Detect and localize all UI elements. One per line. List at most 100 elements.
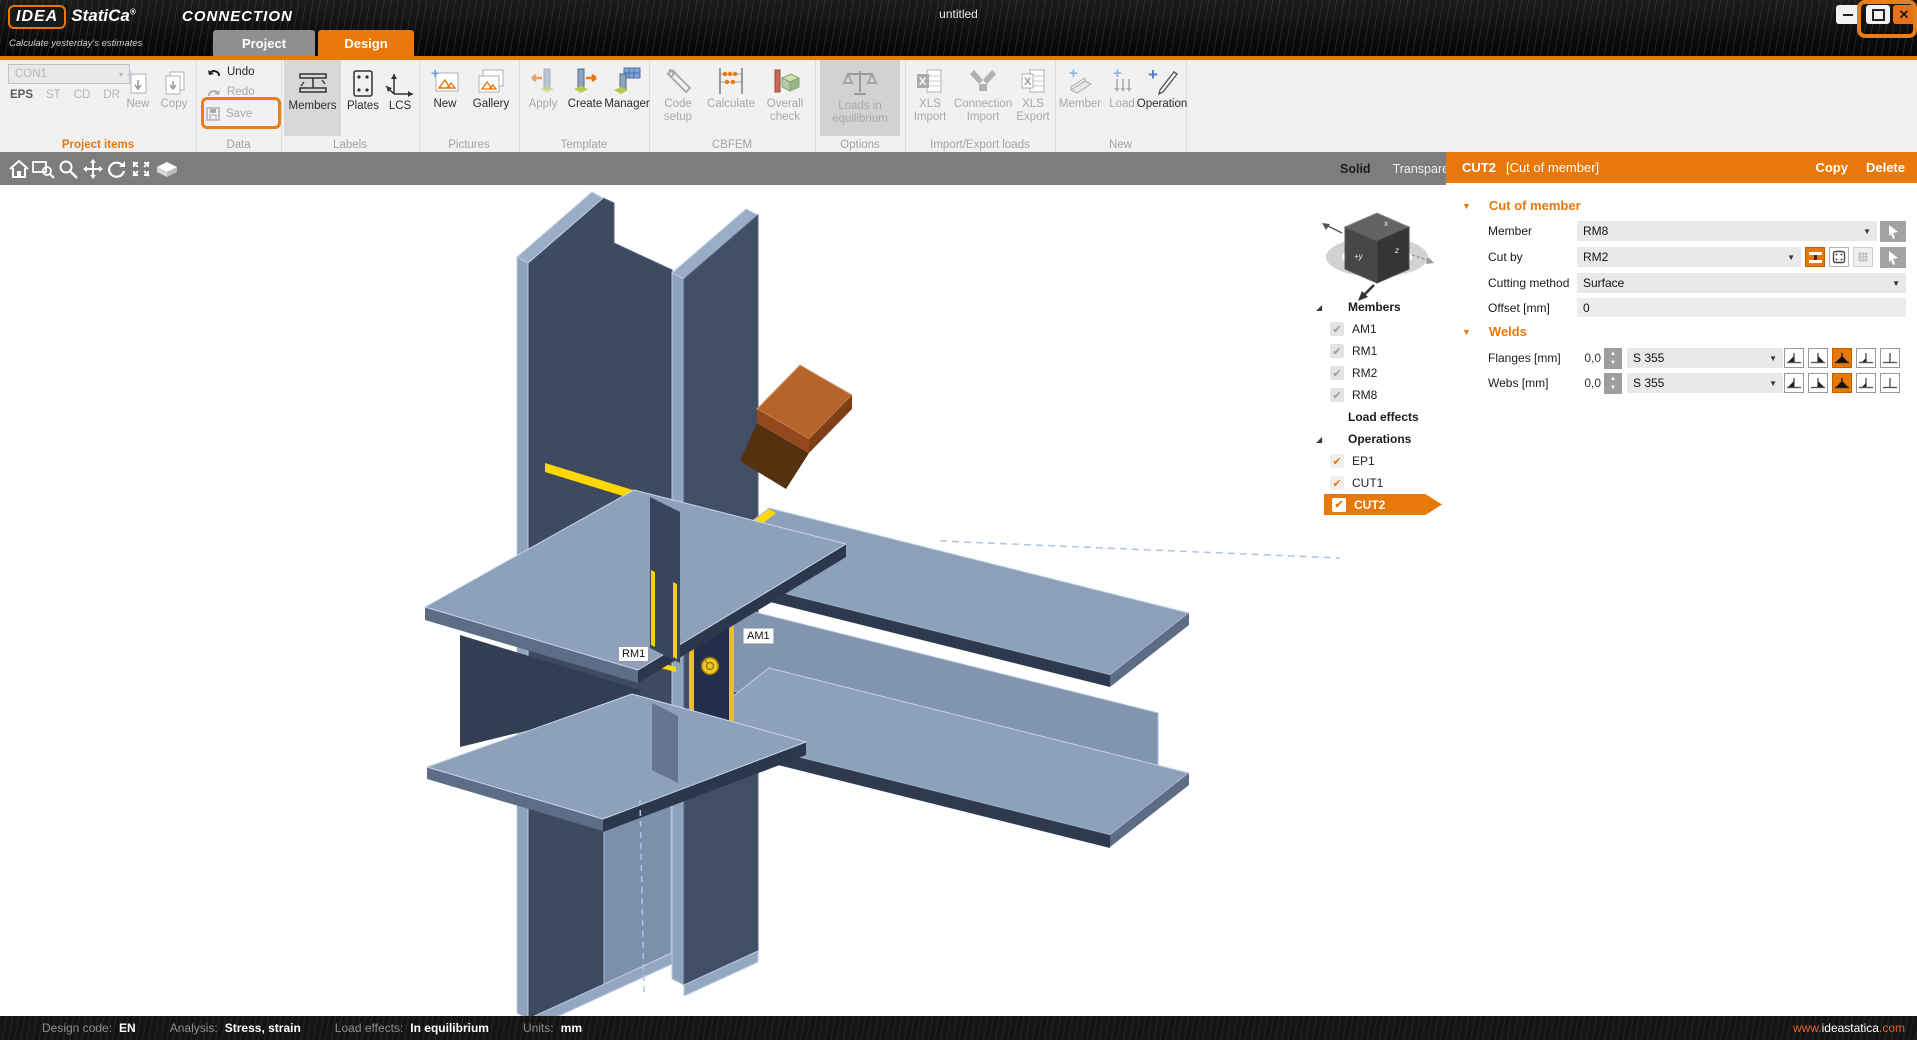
mode-eps[interactable]: EPS — [10, 89, 33, 101]
section-welds[interactable]: ▼ Welds — [1462, 324, 1527, 339]
redo-button[interactable]: Redo — [206, 82, 255, 102]
tree-item-cut1[interactable]: ✔CUT1 — [1316, 472, 1444, 494]
tree-group-operations[interactable]: ◢ Operations — [1316, 428, 1444, 450]
collapse-triangle-icon[interactable]: ▼ — [1462, 327, 1471, 337]
checkmark-icon[interactable]: ✔ — [1330, 454, 1344, 468]
web-weld-type-butt[interactable] — [1856, 373, 1876, 393]
save-button[interactable]: Save — [206, 104, 252, 124]
tab-design[interactable]: Design — [318, 30, 414, 56]
cut-by-surface-toggle[interactable] — [1853, 247, 1873, 267]
tree-item-rm8[interactable]: ✔RM8 — [1316, 384, 1444, 406]
flanges-size-value[interactable]: 0,0 — [1577, 348, 1601, 368]
web-weld-type-left[interactable] — [1784, 373, 1804, 393]
cut-by-pick-button[interactable] — [1880, 247, 1906, 268]
delete-operation-button[interactable]: Delete — [1866, 160, 1905, 175]
flanges-material-combo[interactable]: S 355▼ — [1627, 348, 1783, 368]
webs-material-combo[interactable]: S 355▼ — [1627, 373, 1783, 393]
connection-combo[interactable]: CON1▾ — [8, 64, 130, 84]
create-template-button[interactable]: Create — [565, 62, 605, 111]
solid-view-button[interactable] — [154, 158, 180, 180]
cut-by-combo[interactable]: RM2▼ — [1577, 247, 1801, 267]
tree-item-cut2-selected[interactable]: ✔ CUT2 — [1316, 494, 1444, 516]
flanges-stepper[interactable]: ▲▼ — [1604, 348, 1622, 369]
gallery-button[interactable]: Gallery — [467, 62, 515, 111]
website-link[interactable]: www.ideastatica.com — [1793, 1021, 1905, 1035]
web-weld-type-none[interactable] — [1880, 373, 1900, 393]
mode-st[interactable]: ST — [46, 89, 61, 101]
xls-export-button[interactable]: X XLS Export — [1013, 62, 1053, 124]
home-view-button[interactable] — [8, 158, 30, 180]
zoom-button[interactable] — [58, 158, 80, 180]
tree-group-members[interactable]: ◢ Members — [1316, 296, 1444, 318]
copy-item-button[interactable]: Copy — [156, 62, 192, 111]
minimize-button[interactable] — [1836, 5, 1860, 24]
connection-import-button[interactable]: Connection Import — [955, 62, 1011, 124]
expand-triangle-icon[interactable]: ◢ — [1316, 435, 1330, 444]
apply-template-button[interactable]: Apply — [523, 62, 563, 111]
expand-triangle-icon[interactable]: ◢ — [1316, 303, 1330, 312]
tree-item-rm2[interactable]: ✔RM2 — [1316, 362, 1444, 384]
copy-operation-button[interactable]: Copy — [1815, 160, 1848, 175]
rotate-button[interactable] — [106, 158, 128, 180]
restore-button[interactable] — [1866, 5, 1890, 24]
new-operation-button[interactable]: + Operation — [1139, 62, 1185, 111]
flange-weld-type-right[interactable] — [1808, 348, 1828, 368]
spinner-up-icon[interactable]: ▲ — [1610, 375, 1616, 383]
checkmark-icon[interactable]: ✔ — [1330, 388, 1344, 402]
web-weld-type-both[interactable] — [1832, 373, 1852, 393]
model-label-am1[interactable]: AM1 — [743, 628, 774, 644]
calculate-button[interactable]: Calculate — [705, 62, 757, 111]
new-member-button[interactable]: + Member — [1057, 62, 1103, 111]
pan-button[interactable] — [82, 158, 104, 180]
cut-by-plate-toggle[interactable] — [1829, 247, 1849, 267]
spinner-down-icon[interactable]: ▼ — [1610, 384, 1616, 392]
plates-labels-button[interactable]: Plates — [343, 60, 383, 136]
checkmark-icon[interactable]: ✔ — [1330, 366, 1344, 380]
spinner-up-icon[interactable]: ▲ — [1610, 350, 1616, 358]
mode-dr[interactable]: DR — [103, 89, 120, 101]
new-load-button[interactable]: + Load — [1105, 62, 1139, 111]
offset-input[interactable]: 0 — [1577, 298, 1906, 317]
undo-button[interactable]: Undo — [206, 62, 255, 82]
cut-by-member-toggle[interactable] — [1805, 247, 1825, 267]
checkmark-icon[interactable]: ✔ — [1330, 322, 1344, 336]
checkbox-checked-icon[interactable]: ✔ — [1332, 498, 1346, 512]
spinner-down-icon[interactable]: ▼ — [1610, 359, 1616, 367]
webs-stepper[interactable]: ▲▼ — [1604, 373, 1622, 394]
webs-size-value[interactable]: 0,0 — [1577, 373, 1601, 393]
overall-check-button[interactable]: Overall check — [759, 62, 811, 124]
model-label-rm1[interactable]: RM1 — [618, 646, 649, 662]
section-cut-of-member[interactable]: ▼ Cut of member — [1462, 198, 1581, 213]
tree-item-rm1[interactable]: ✔RM1 — [1316, 340, 1444, 362]
flange-weld-type-butt[interactable] — [1856, 348, 1876, 368]
members-labels-button[interactable]: Members — [284, 60, 341, 136]
collapse-triangle-icon[interactable]: ▼ — [1462, 201, 1471, 211]
viewport-3d[interactable]: RM1 AM1 x +y z ◢ Members ✔AM1 ✔RM1 ✔RM2 … — [0, 185, 1447, 1016]
tree-group-load-effects[interactable]: Load effects — [1316, 406, 1444, 428]
flange-weld-type-both[interactable] — [1832, 348, 1852, 368]
new-picture-button[interactable]: + New — [425, 62, 465, 111]
selected-item-banner[interactable]: ✔ CUT2 — [1324, 494, 1442, 515]
tab-project[interactable]: Project — [213, 30, 315, 56]
member-pick-button[interactable] — [1880, 221, 1906, 242]
zoom-fit-button[interactable] — [130, 158, 152, 180]
cutting-method-combo[interactable]: Surface▼ — [1577, 273, 1906, 293]
web-weld-type-right[interactable] — [1808, 373, 1828, 393]
mode-cd[interactable]: CD — [74, 89, 91, 101]
tree-item-am1[interactable]: ✔AM1 — [1316, 318, 1444, 340]
close-button[interactable]: ✕ — [1893, 5, 1915, 24]
checkmark-icon[interactable]: ✔ — [1330, 344, 1344, 358]
flange-weld-type-left[interactable] — [1784, 348, 1804, 368]
render-mode-solid[interactable]: Solid — [1340, 162, 1371, 176]
navigation-cube[interactable]: x +y z — [1312, 193, 1442, 305]
loads-in-equilibrium-toggle[interactable]: Loads in equilibrium — [820, 60, 900, 136]
checkmark-icon[interactable]: ✔ — [1330, 476, 1344, 490]
flange-weld-type-none[interactable] — [1880, 348, 1900, 368]
zoom-window-button[interactable] — [32, 158, 56, 180]
template-manager-button[interactable]: Manager — [607, 62, 647, 111]
tree-item-ep1[interactable]: ✔EP1 — [1316, 450, 1444, 472]
new-item-button[interactable]: + New — [120, 62, 156, 111]
member-combo[interactable]: RM8▼ — [1577, 221, 1877, 241]
code-setup-button[interactable]: Code setup — [653, 62, 703, 124]
lcs-labels-button[interactable]: LCS — [383, 60, 417, 136]
